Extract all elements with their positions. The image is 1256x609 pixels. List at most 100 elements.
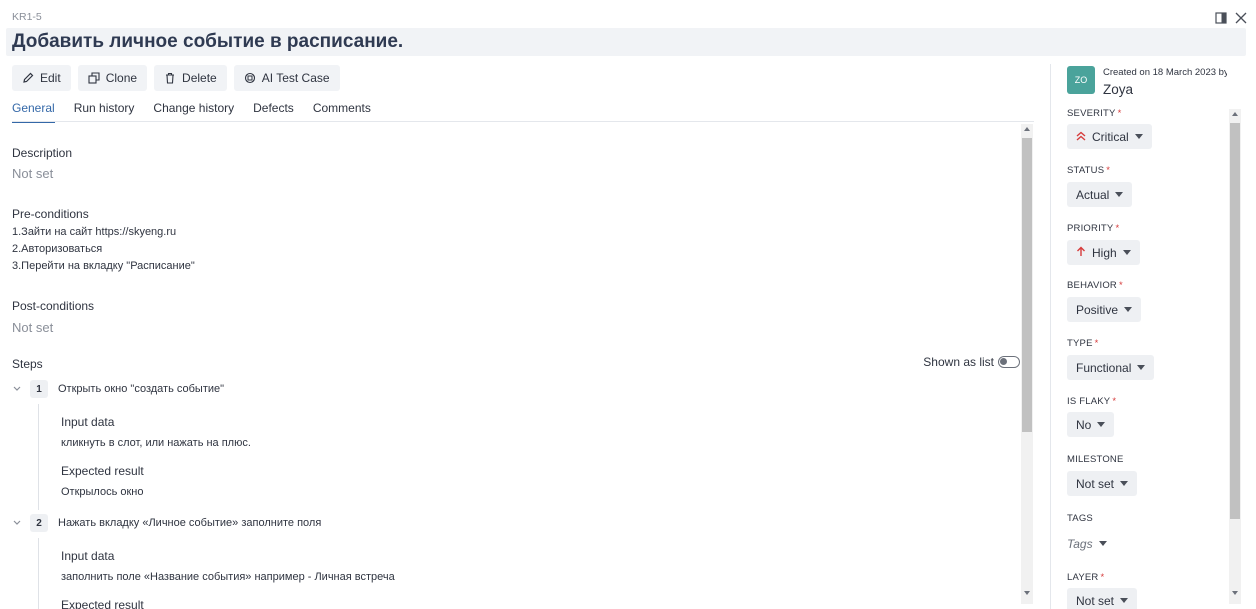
tab-general[interactable]: General — [12, 101, 55, 123]
layer-label: LAYER * — [1067, 572, 1105, 583]
step-number: 1 — [30, 380, 48, 398]
is-flaky-dropdown[interactable]: No — [1067, 412, 1115, 437]
step-row: 1 Открыть окно "создать событие" — [12, 380, 224, 398]
step-number: 2 — [30, 514, 48, 532]
list-switch[interactable] — [998, 356, 1020, 368]
step-row: 2 Нажать вкладку «Личное событие» заполн… — [12, 514, 321, 532]
trash-icon — [164, 72, 176, 84]
is-flaky-value: No — [1076, 417, 1092, 432]
chevron-down-icon[interactable] — [12, 384, 22, 394]
caret-down-icon — [1120, 598, 1129, 603]
double-chevron-up-icon — [1076, 130, 1086, 144]
window-controls — [1214, 11, 1248, 25]
shown-as-list-label: Shown as list — [923, 355, 994, 369]
author-name: Zoya — [1103, 82, 1134, 97]
properties-sidebar: ZO Created on 18 March 2023 by Zoya SEVE… — [1067, 64, 1227, 609]
sidebar-divider — [1050, 64, 1051, 609]
behavior-value: Positive — [1076, 302, 1119, 317]
precondition-line: 1.Зайти на сайт https://skyeng.ru — [12, 226, 177, 238]
pencil-icon — [22, 72, 34, 84]
severity-dropdown[interactable]: Critical — [1067, 124, 1152, 149]
steps-label: Steps — [12, 357, 43, 371]
ai-test-case-button[interactable]: AI Test Case — [233, 65, 340, 91]
ai-chip-icon — [244, 72, 256, 84]
priority-label: PRIORITY * — [1067, 223, 1120, 234]
status-label: STATUS * — [1067, 165, 1111, 176]
behavior-label: BEHAVIOR * — [1067, 280, 1123, 291]
panel-toggle-icon[interactable] — [1214, 11, 1228, 25]
expected-result-label: Expected result — [61, 464, 144, 478]
caret-down-icon — [1134, 134, 1143, 139]
description-value: Not set — [12, 166, 54, 181]
tab-change-history[interactable]: Change history — [153, 101, 234, 123]
priority-dropdown[interactable]: High — [1067, 240, 1140, 265]
status-value: Actual — [1076, 187, 1110, 202]
edit-label: Edit — [40, 71, 61, 85]
type-value: Functional — [1076, 360, 1132, 375]
caret-down-icon — [1120, 481, 1129, 486]
postconditions-label: Post-conditions — [12, 299, 95, 313]
layer-dropdown[interactable]: Not set — [1067, 588, 1138, 609]
step-action: Открыть окно "создать событие" — [58, 383, 225, 395]
tags-label: TAGS — [1067, 513, 1093, 524]
caret-down-icon — [1098, 541, 1107, 546]
clone-icon — [88, 72, 100, 84]
postconditions-value: Not set — [12, 320, 54, 335]
caret-down-icon — [1137, 365, 1146, 370]
tags-placeholder: Tags — [1067, 536, 1093, 551]
tab-run-history[interactable]: Run history — [74, 101, 135, 123]
avatar: ZO — [1067, 66, 1095, 94]
scroll-up-icon[interactable] — [1229, 109, 1241, 119]
scroll-down-icon[interactable] — [1021, 588, 1033, 598]
arrow-up-icon — [1076, 246, 1086, 260]
case-id: KR1-5 — [12, 11, 42, 23]
milestone-label: MILESTONE — [1067, 454, 1124, 465]
toolbar: Edit Clone Delete AI Test Case — [12, 65, 340, 91]
is-flaky-label: IS FLAKY * — [1067, 396, 1117, 407]
main-scrollbar[interactable] — [1021, 124, 1033, 604]
chevron-down-icon[interactable] — [12, 518, 22, 528]
milestone-dropdown[interactable]: Not set — [1067, 471, 1138, 496]
page-title: Добавить личное событие в расписание. — [12, 31, 404, 52]
ai-test-case-label: AI Test Case — [261, 71, 330, 85]
scroll-thumb[interactable] — [1230, 123, 1240, 519]
precondition-line: 3.Перейти на вкладку "Расписание" — [12, 260, 195, 272]
sidebar-scrollbar[interactable] — [1229, 109, 1241, 604]
tags-dropdown[interactable]: Tags — [1067, 531, 1116, 556]
scroll-down-icon[interactable] — [1229, 588, 1241, 598]
severity-label: SEVERITY * — [1067, 108, 1122, 119]
precondition-line: 2.Авторизоваться — [12, 243, 103, 255]
step-action: Нажать вкладку «Личное событие» заполнит… — [58, 517, 322, 529]
step-body-divider — [38, 538, 39, 609]
severity-value: Critical — [1092, 129, 1129, 144]
step-input-data: кликнуть в слот, или нажать на плюс. — [61, 437, 251, 449]
caret-down-icon — [1097, 422, 1106, 427]
clone-label: Clone — [105, 71, 138, 85]
close-icon[interactable] — [1234, 11, 1248, 25]
scroll-up-icon[interactable] — [1021, 124, 1033, 134]
edit-button[interactable]: Edit — [12, 65, 71, 91]
tab-comments[interactable]: Comments — [313, 101, 371, 123]
tab-defects[interactable]: Defects — [253, 101, 294, 123]
delete-button[interactable]: Delete — [154, 65, 227, 91]
type-dropdown[interactable]: Functional — [1067, 355, 1155, 380]
expected-result-label: Expected result — [61, 598, 144, 609]
type-label: TYPE * — [1067, 338, 1099, 349]
tab-bar: General Run history Change history Defec… — [12, 101, 371, 123]
shown-as-list-toggle: Shown as list — [923, 355, 1020, 369]
clone-button[interactable]: Clone — [77, 65, 148, 91]
layer-value: Not set — [1076, 593, 1115, 608]
scroll-thumb[interactable] — [1022, 138, 1032, 432]
priority-value: High — [1092, 245, 1117, 260]
status-dropdown[interactable]: Actual — [1067, 182, 1133, 207]
caret-down-icon — [1115, 192, 1124, 197]
step-expected-result: Открылось окно — [61, 486, 144, 498]
behavior-dropdown[interactable]: Positive — [1067, 297, 1142, 322]
preconditions-label: Pre-conditions — [12, 207, 89, 221]
input-data-label: Input data — [61, 549, 115, 563]
step-body-divider — [38, 404, 39, 510]
delete-label: Delete — [182, 71, 217, 85]
step-input-data: заполнить поле «Название события» наприм… — [61, 571, 395, 583]
milestone-value: Not set — [1076, 476, 1115, 491]
created-info: Created on 18 March 2023 by — [1103, 67, 1227, 78]
